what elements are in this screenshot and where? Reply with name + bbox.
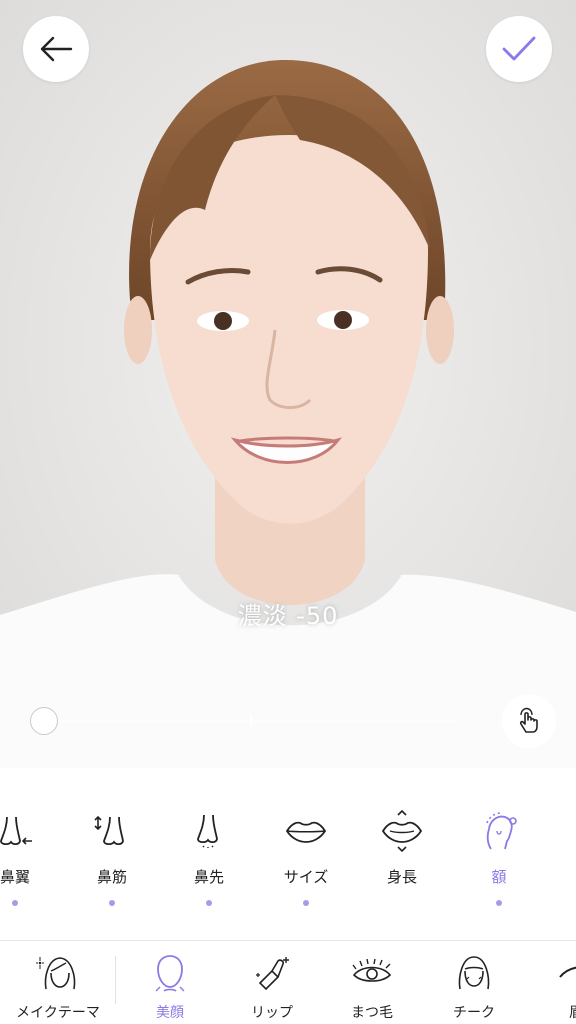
slider-thumb[interactable]	[30, 707, 58, 735]
tab-label: メイクテーマ	[16, 1005, 100, 1021]
option-nose-wing[interactable]: 鼻翼	[0, 806, 55, 906]
status-dot	[496, 900, 502, 906]
status-dot	[12, 900, 18, 906]
eyelash-icon	[352, 958, 392, 982]
tab-label: 美顔	[156, 1005, 184, 1021]
nose-tip-icon	[197, 814, 218, 848]
eyebrow-icon	[559, 966, 576, 978]
tab-makeup-theme[interactable]: メイクテーマ	[10, 953, 106, 1022]
tab-cheek[interactable]: チーク	[426, 953, 522, 1022]
back-button[interactable]	[23, 16, 89, 82]
tab-label: 眉	[528, 1002, 576, 1022]
tab-label: チーク	[453, 1005, 495, 1021]
option-label: 鼻筋	[96, 868, 127, 886]
face-shape-icon	[155, 955, 185, 992]
option-forehead[interactable]: 額	[459, 806, 539, 906]
tab-eyebrow[interactable]: 眉	[528, 953, 576, 1022]
confirm-button[interactable]	[486, 16, 552, 82]
hand-touch-icon	[519, 707, 538, 733]
slider-center-mark	[250, 715, 252, 726]
checkmark-icon	[502, 36, 536, 61]
option-nose-tip[interactable]: 鼻先	[169, 806, 249, 906]
option-label: 鼻翼	[0, 868, 30, 886]
tab-beauty-face[interactable]: 美顔	[122, 953, 218, 1022]
feature-options-bar: 鼻翼 鼻筋 鼻先 サイズ 身長 額	[0, 768, 576, 940]
option-lip-height[interactable]: 身長	[362, 806, 442, 887]
status-dot	[109, 900, 115, 906]
tab-lip[interactable]: リップ	[224, 953, 320, 1022]
option-label: 身長	[386, 868, 417, 886]
status-dot	[303, 900, 309, 906]
option-label: サイズ	[283, 868, 329, 886]
nose-wing-icon	[0, 816, 32, 846]
arrow-left-icon	[40, 36, 73, 62]
intensity-readout: 濃淡 -50	[0, 596, 576, 631]
option-label: 鼻先	[193, 868, 224, 886]
lip-height-icon	[381, 809, 423, 853]
option-nose-bridge[interactable]: 鼻筋	[72, 806, 152, 906]
nose-bridge-icon	[94, 815, 124, 846]
option-lip-size[interactable]: サイズ	[266, 806, 346, 906]
face-photo	[0, 0, 576, 768]
intensity-label: 濃淡	[237, 602, 288, 630]
tab-eyelash[interactable]: まつ毛	[324, 953, 420, 1022]
makeup-theme-icon	[36, 957, 76, 990]
tab-label: まつ毛	[351, 1005, 393, 1021]
forehead-icon	[486, 812, 517, 850]
category-tab-bar: メイクテーマ 美顔 リップ まつ毛 チーク 眉	[0, 941, 576, 1024]
cheek-icon	[458, 956, 490, 990]
option-label: 額	[491, 868, 507, 886]
intensity-value: -50	[296, 602, 339, 630]
manual-adjust-button[interactable]	[502, 694, 556, 748]
intensity-slider[interactable]	[30, 706, 470, 736]
tab-label: リップ	[251, 1005, 293, 1021]
status-dot	[206, 900, 212, 906]
lips-icon	[285, 821, 327, 843]
face-portrait-image	[0, 0, 576, 768]
tab-separator	[115, 956, 116, 1004]
lipstick-icon	[256, 957, 289, 991]
